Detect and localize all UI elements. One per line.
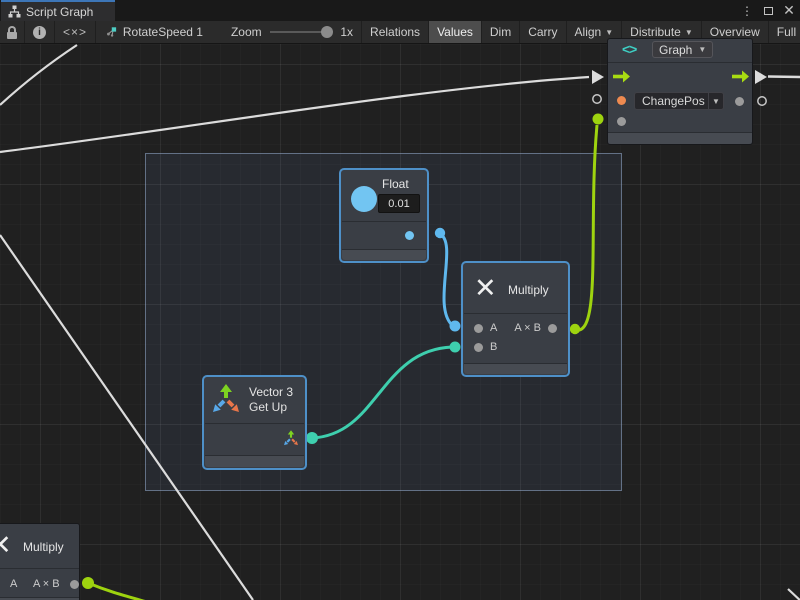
chevron-down-icon: ▼ [605,28,613,37]
wire-white-out-of-graph[interactable] [768,77,800,78]
wire-endpoint[interactable] [82,577,94,589]
chevron-down-icon: ▼ [708,93,723,109]
info-button[interactable]: i [25,21,55,43]
vector3-get-up-node[interactable]: Vector 3 Get Up [204,377,305,468]
port-label: A × B [33,578,60,590]
node-footer[interactable] [342,249,426,260]
vector3-output-port[interactable] [283,430,299,447]
chevron-down-icon: ▼ [685,28,693,37]
info-icon: i [33,26,46,39]
code-icon: <×> [63,25,87,39]
dim-button[interactable]: Dim [482,21,520,43]
script-graph-icon [8,5,21,18]
maximize-icon[interactable] [761,3,775,18]
zoom-label: Zoom [231,25,262,39]
node-title: Float [382,177,409,191]
node-footer[interactable] [464,363,567,374]
multiply-output-port[interactable] [548,324,557,333]
empty-port-right[interactable] [758,97,766,105]
wire-white-topleft[interactable] [0,45,77,105]
wire-blue-float-to-multiply[interactable] [440,234,452,325]
float-icon [351,186,377,212]
wire-green-bottomleft[interactable] [88,583,154,600]
relations-button[interactable]: Relations [362,21,429,43]
title-bar: Script Graph ⋮ ✕ [0,0,800,21]
window-controls: ⋮ ✕ [740,0,796,21]
script-graph-window: Script Graph ⋮ ✕ i <×> RotateSpeed 1 Zoo [0,0,800,600]
wire-endpoint[interactable] [570,324,580,334]
zoom-value: 1x [340,25,353,39]
graph-unit-node[interactable]: <> Graph ▼ ChangePos ▼ [607,38,753,145]
value-input-port[interactable] [617,117,626,126]
graph-breadcrumb-zoom: RotateSpeed 1 Zoom 1x [96,21,362,43]
node-footer[interactable] [608,132,752,144]
multiply-node-partial[interactable]: ✕ Multiply A A × B [0,523,80,600]
flow-output-arrow[interactable] [732,70,749,83]
graph-dropdown-button[interactable]: Graph ▼ [652,41,713,58]
wire-endpoint[interactable] [450,342,461,353]
node-title: Vector 3 [249,385,293,399]
port-label: A [10,578,17,590]
port-label: A × B [514,322,541,334]
zoom-slider[interactable] [270,31,331,33]
multiply-input-b-port[interactable] [474,343,483,352]
float-output-port[interactable] [405,231,414,240]
output-port[interactable] [735,97,744,106]
wire-white-into-graph[interactable] [0,77,589,152]
port-label: B [490,341,497,353]
chevron-down-icon: ▼ [698,45,706,54]
full-screen-button[interactable]: Full Screen [769,21,800,43]
graph-chevrons-icon: <> [622,41,636,57]
multiply-icon: ✕ [0,532,12,559]
graph-name[interactable]: RotateSpeed 1 [123,25,203,39]
carry-button[interactable]: Carry [520,21,566,43]
divider [0,568,79,569]
multiply-output-port[interactable] [70,580,79,589]
divider [464,313,567,314]
node-footer[interactable] [205,455,304,467]
divider [205,423,304,424]
flow-input-arrow[interactable] [613,70,630,83]
wire-endpoint[interactable] [435,228,445,238]
divider [608,62,752,63]
empty-port-left[interactable] [593,95,601,103]
divider [342,221,426,222]
wire-endpoint[interactable] [450,321,461,332]
wire-green-multiply-to-graph[interactable] [576,125,597,330]
node-subtitle: Get Up [249,400,287,414]
multiply-input-a-port[interactable] [474,324,483,333]
node-title: Multiply [508,283,549,297]
multiply-icon: ✕ [474,275,497,302]
port-label: A [490,322,497,334]
event-input-port[interactable] [617,96,626,105]
graph-canvas[interactable]: Float 0.01 ✕ Multiply A A × B B [0,44,800,600]
lock-icon [7,26,17,39]
float-node[interactable]: Float 0.01 [341,170,427,261]
changepos-dropdown[interactable]: ChangePos ▼ [634,92,724,110]
menu-kebab-icon[interactable]: ⋮ [740,3,754,18]
multiply-node[interactable]: ✕ Multiply A A × B B [463,263,568,375]
vector3-icon [211,384,241,415]
values-button[interactable]: Values [429,21,482,43]
close-icon[interactable]: ✕ [782,3,796,18]
wire-white-corner[interactable] [788,589,800,600]
flow-arrow-in[interactable] [592,70,604,84]
wire-endpoint[interactable] [593,114,604,125]
node-title: Multiply [23,540,64,554]
flow-arrow-out[interactable] [755,70,767,84]
zoom-slider-handle[interactable] [321,26,333,38]
tab-title: Script Graph [26,5,93,19]
graph-asset-icon [106,25,117,39]
float-value-input[interactable]: 0.01 [378,194,420,213]
lock-button[interactable] [0,21,25,43]
tab-script-graph[interactable]: Script Graph [1,0,115,21]
code-view-button[interactable]: <×> [55,21,96,43]
wire-teal-vector3-to-multiply[interactable] [312,347,452,438]
wire-endpoint[interactable] [306,432,318,444]
